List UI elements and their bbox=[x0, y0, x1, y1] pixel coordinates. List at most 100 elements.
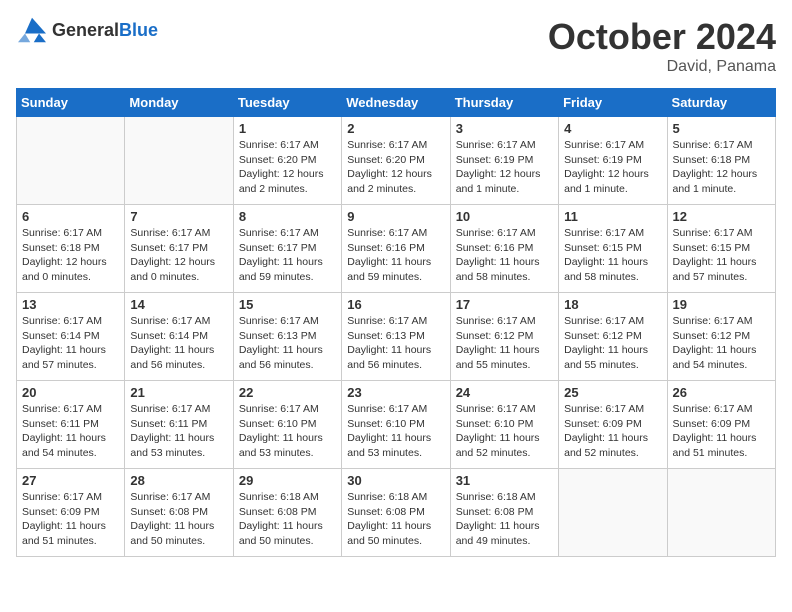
cell-info: Sunrise: 6:17 AMSunset: 6:09 PMDaylight:… bbox=[673, 402, 770, 461]
cell-info: Sunrise: 6:17 AMSunset: 6:11 PMDaylight:… bbox=[130, 402, 227, 461]
cell-info: Sunrise: 6:17 AMSunset: 6:15 PMDaylight:… bbox=[673, 226, 770, 285]
calendar-table: SundayMondayTuesdayWednesdayThursdayFrid… bbox=[16, 88, 776, 557]
weekday-header-monday: Monday bbox=[125, 89, 233, 117]
calendar-cell: 17 Sunrise: 6:17 AMSunset: 6:12 PMDayligh… bbox=[450, 293, 558, 381]
cell-info: Sunrise: 6:17 AMSunset: 6:12 PMDaylight:… bbox=[673, 314, 770, 373]
day-number: 26 bbox=[673, 385, 770, 400]
calendar-cell: 5 Sunrise: 6:17 AMSunset: 6:18 PMDaylight… bbox=[667, 117, 775, 205]
calendar-cell: 11 Sunrise: 6:17 AMSunset: 6:15 PMDayligh… bbox=[559, 205, 667, 293]
week-row-1: 1 Sunrise: 6:17 AMSunset: 6:20 PMDaylight… bbox=[17, 117, 776, 205]
day-number: 7 bbox=[130, 209, 227, 224]
calendar-cell: 19 Sunrise: 6:17 AMSunset: 6:12 PMDayligh… bbox=[667, 293, 775, 381]
calendar-cell: 10 Sunrise: 6:17 AMSunset: 6:16 PMDayligh… bbox=[450, 205, 558, 293]
calendar-cell bbox=[667, 469, 775, 557]
calendar-cell: 20 Sunrise: 6:17 AMSunset: 6:11 PMDayligh… bbox=[17, 381, 125, 469]
calendar-cell: 27 Sunrise: 6:17 AMSunset: 6:09 PMDayligh… bbox=[17, 469, 125, 557]
week-row-5: 27 Sunrise: 6:17 AMSunset: 6:09 PMDayligh… bbox=[17, 469, 776, 557]
cell-info: Sunrise: 6:18 AMSunset: 6:08 PMDaylight:… bbox=[347, 490, 444, 549]
day-number: 27 bbox=[22, 473, 119, 488]
weekday-header-thursday: Thursday bbox=[450, 89, 558, 117]
day-number: 24 bbox=[456, 385, 553, 400]
day-number: 20 bbox=[22, 385, 119, 400]
calendar-cell: 7 Sunrise: 6:17 AMSunset: 6:17 PMDaylight… bbox=[125, 205, 233, 293]
day-number: 28 bbox=[130, 473, 227, 488]
calendar-cell: 3 Sunrise: 6:17 AMSunset: 6:19 PMDaylight… bbox=[450, 117, 558, 205]
day-number: 15 bbox=[239, 297, 336, 312]
cell-info: Sunrise: 6:17 AMSunset: 6:11 PMDaylight:… bbox=[22, 402, 119, 461]
cell-info: Sunrise: 6:17 AMSunset: 6:16 PMDaylight:… bbox=[456, 226, 553, 285]
weekday-header-saturday: Saturday bbox=[667, 89, 775, 117]
week-row-2: 6 Sunrise: 6:17 AMSunset: 6:18 PMDaylight… bbox=[17, 205, 776, 293]
title-block: October 2024 David, Panama bbox=[548, 16, 776, 76]
cell-info: Sunrise: 6:17 AMSunset: 6:18 PMDaylight:… bbox=[22, 226, 119, 285]
cell-info: Sunrise: 6:18 AMSunset: 6:08 PMDaylight:… bbox=[456, 490, 553, 549]
day-number: 30 bbox=[347, 473, 444, 488]
calendar-cell: 4 Sunrise: 6:17 AMSunset: 6:19 PMDaylight… bbox=[559, 117, 667, 205]
calendar-cell bbox=[559, 469, 667, 557]
cell-info: Sunrise: 6:17 AMSunset: 6:19 PMDaylight:… bbox=[564, 138, 661, 197]
day-number: 5 bbox=[673, 121, 770, 136]
calendar-cell: 30 Sunrise: 6:18 AMSunset: 6:08 PMDayligh… bbox=[342, 469, 450, 557]
cell-info: Sunrise: 6:17 AMSunset: 6:13 PMDaylight:… bbox=[347, 314, 444, 373]
calendar-cell: 28 Sunrise: 6:17 AMSunset: 6:08 PMDayligh… bbox=[125, 469, 233, 557]
page-header: GeneralBlue October 2024 David, Panama bbox=[16, 16, 776, 76]
calendar-cell: 24 Sunrise: 6:17 AMSunset: 6:10 PMDayligh… bbox=[450, 381, 558, 469]
weekday-header-wednesday: Wednesday bbox=[342, 89, 450, 117]
calendar-cell: 31 Sunrise: 6:18 AMSunset: 6:08 PMDayligh… bbox=[450, 469, 558, 557]
calendar-cell: 6 Sunrise: 6:17 AMSunset: 6:18 PMDaylight… bbox=[17, 205, 125, 293]
day-number: 22 bbox=[239, 385, 336, 400]
day-number: 17 bbox=[456, 297, 553, 312]
cell-info: Sunrise: 6:17 AMSunset: 6:17 PMDaylight:… bbox=[239, 226, 336, 285]
calendar-cell: 1Sunrise: 6:17 AMSunset: 6:20 PMDaylight… bbox=[233, 117, 341, 205]
cell-info: Sunrise: 6:17 AMSunset: 6:12 PMDaylight:… bbox=[564, 314, 661, 373]
cell-info: Sunrise: 6:17 AMSunset: 6:10 PMDaylight:… bbox=[456, 402, 553, 461]
logo: GeneralBlue bbox=[16, 16, 158, 44]
day-number: 25 bbox=[564, 385, 661, 400]
cell-info: Sunrise: 6:17 AMSunset: 6:20 PMDaylight:… bbox=[347, 138, 444, 197]
calendar-cell: 25 Sunrise: 6:17 AMSunset: 6:09 PMDayligh… bbox=[559, 381, 667, 469]
day-number: 8 bbox=[239, 209, 336, 224]
cell-info: Sunrise: 6:18 AMSunset: 6:08 PMDaylight:… bbox=[239, 490, 336, 549]
cell-info: Sunrise: 6:17 AMSunset: 6:08 PMDaylight:… bbox=[130, 490, 227, 549]
cell-info: Sunrise: 6:17 AMSunset: 6:19 PMDaylight:… bbox=[456, 138, 553, 197]
cell-info: Sunrise: 6:17 AMSunset: 6:16 PMDaylight:… bbox=[347, 226, 444, 285]
week-row-4: 20 Sunrise: 6:17 AMSunset: 6:11 PMDayligh… bbox=[17, 381, 776, 469]
calendar-cell: 12Sunrise: 6:17 AMSunset: 6:15 PMDayligh… bbox=[667, 205, 775, 293]
day-number: 4 bbox=[564, 121, 661, 136]
calendar-cell: 14 Sunrise: 6:17 AMSunset: 6:14 PMDayligh… bbox=[125, 293, 233, 381]
calendar-cell: 8 Sunrise: 6:17 AMSunset: 6:17 PMDaylight… bbox=[233, 205, 341, 293]
day-number: 19 bbox=[673, 297, 770, 312]
cell-info: Sunrise: 6:17 AMSunset: 6:17 PMDaylight:… bbox=[130, 226, 227, 285]
calendar-cell bbox=[17, 117, 125, 205]
cell-info: Sunrise: 6:17 AMSunset: 6:12 PMDaylight:… bbox=[456, 314, 553, 373]
day-number: 1 bbox=[239, 121, 336, 136]
cell-info: Sunrise: 6:17 AMSunset: 6:09 PMDaylight:… bbox=[564, 402, 661, 461]
day-number: 10 bbox=[456, 209, 553, 224]
day-number: 18 bbox=[564, 297, 661, 312]
day-number: 3 bbox=[456, 121, 553, 136]
calendar-cell: 23Sunrise: 6:17 AMSunset: 6:10 PMDayligh… bbox=[342, 381, 450, 469]
logo-text-general: General bbox=[52, 20, 119, 40]
week-row-3: 13Sunrise: 6:17 AMSunset: 6:14 PMDayligh… bbox=[17, 293, 776, 381]
cell-info: Sunrise: 6:17 AMSunset: 6:09 PMDaylight:… bbox=[22, 490, 119, 549]
calendar-cell: 18 Sunrise: 6:17 AMSunset: 6:12 PMDayligh… bbox=[559, 293, 667, 381]
day-number: 31 bbox=[456, 473, 553, 488]
cell-info: Sunrise: 6:17 AMSunset: 6:18 PMDaylight:… bbox=[673, 138, 770, 197]
day-number: 6 bbox=[22, 209, 119, 224]
day-number: 14 bbox=[130, 297, 227, 312]
calendar-cell: 13Sunrise: 6:17 AMSunset: 6:14 PMDayligh… bbox=[17, 293, 125, 381]
calendar-cell: 26 Sunrise: 6:17 AMSunset: 6:09 PMDayligh… bbox=[667, 381, 775, 469]
day-number: 29 bbox=[239, 473, 336, 488]
day-number: 16 bbox=[347, 297, 444, 312]
calendar-cell: 16 Sunrise: 6:17 AMSunset: 6:13 PMDayligh… bbox=[342, 293, 450, 381]
cell-info: Sunrise: 6:17 AMSunset: 6:15 PMDaylight:… bbox=[564, 226, 661, 285]
month-title: October 2024 bbox=[548, 16, 776, 58]
weekday-header-row: SundayMondayTuesdayWednesdayThursdayFrid… bbox=[17, 89, 776, 117]
cell-info: Sunrise: 6:17 AMSunset: 6:14 PMDaylight:… bbox=[22, 314, 119, 373]
cell-info: Sunrise: 6:17 AMSunset: 6:14 PMDaylight:… bbox=[130, 314, 227, 373]
day-number: 9 bbox=[347, 209, 444, 224]
logo-text-blue: Blue bbox=[119, 20, 158, 40]
day-number: 11 bbox=[564, 209, 661, 224]
calendar-cell bbox=[125, 117, 233, 205]
cell-info: Sunrise: 6:17 AMSunset: 6:13 PMDaylight:… bbox=[239, 314, 336, 373]
